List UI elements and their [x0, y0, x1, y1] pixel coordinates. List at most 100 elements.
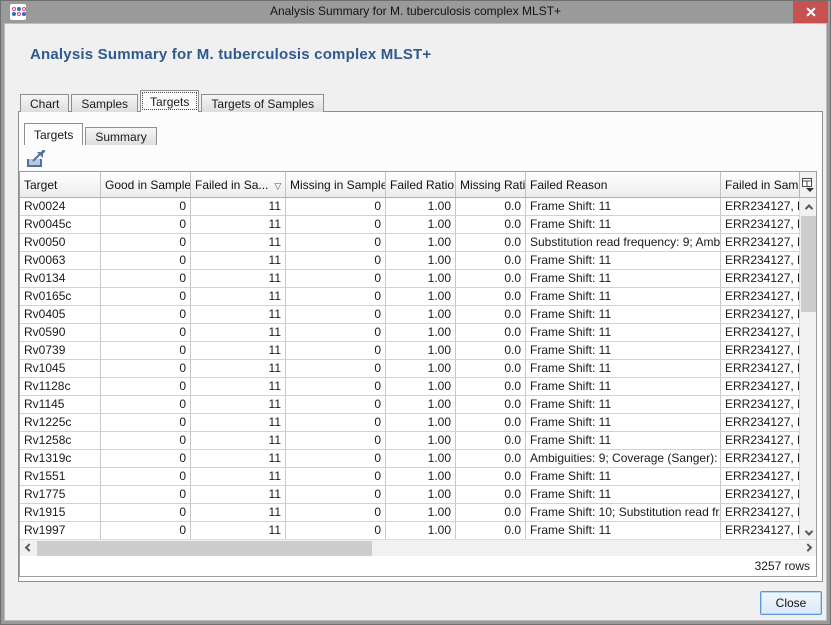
table-cell: 11 — [191, 252, 286, 270]
export-table-button[interactable] — [25, 150, 47, 169]
dialog-body: Analysis Summary for M. tuberculosis com… — [1, 23, 830, 624]
tab-targets[interactable]: Targets — [24, 123, 83, 145]
table-cell: 0 — [286, 252, 386, 270]
tab-chart[interactable]: Chart — [20, 94, 69, 112]
table-cell: Frame Shift: 11 — [526, 288, 721, 306]
table-row[interactable]: Rv013401101.000.0Frame Shift: 11ERR23412… — [20, 270, 801, 288]
column-header-failed-in-sa[interactable]: Failed in Sa...▽ — [191, 172, 286, 197]
table-cell: Rv0063 — [20, 252, 101, 270]
table-cell: 0.0 — [456, 486, 526, 504]
table-cell: 0 — [286, 198, 386, 216]
table-cell: 11 — [191, 432, 286, 450]
table-row[interactable]: Rv177501101.000.0Frame Shift: 11ERR23412… — [20, 486, 801, 504]
table-cell: Frame Shift: 11 — [526, 396, 721, 414]
targets-tab-panel: TargetsSummary TargetGood in SamplesFail… — [18, 111, 823, 582]
vertical-scrollbar-thumb[interactable] — [801, 216, 816, 312]
table-cell: ERR234127, ER. — [721, 342, 801, 360]
table-row[interactable]: Rv1319c01101.000.0Ambiguities: 9; Covera… — [20, 450, 801, 468]
table-cell: Rv0024 — [20, 198, 101, 216]
table-cell: 1.00 — [386, 342, 456, 360]
table-cell: 0 — [101, 252, 191, 270]
table-cell: 0 — [286, 342, 386, 360]
vertical-scrollbar[interactable] — [799, 198, 816, 541]
table-cell: ERR234127, ER. — [721, 450, 801, 468]
table-cell: ERR234127, ER. — [721, 306, 801, 324]
table-row[interactable]: Rv155101101.000.0Frame Shift: 11ERR23412… — [20, 468, 801, 486]
table-cell: Frame Shift: 11 — [526, 198, 721, 216]
table-cell: 0 — [101, 198, 191, 216]
scroll-right-button[interactable] — [799, 540, 816, 557]
horizontal-scrollbar-thumb[interactable] — [37, 541, 372, 556]
column-header-failed-in-sample[interactable]: Failed in Sample — [721, 172, 801, 197]
table-row[interactable]: Rv0045c01101.000.0Frame Shift: 11ERR2341… — [20, 216, 801, 234]
scroll-left-button[interactable] — [20, 540, 37, 557]
tab-targets[interactable]: Targets — [140, 90, 199, 112]
column-header-missing-in-samples[interactable]: Missing in Samples — [286, 172, 386, 197]
column-header-failed-ratio[interactable]: Failed Ratio — [386, 172, 456, 197]
table-cell: 1.00 — [386, 378, 456, 396]
table-cell: 0.0 — [456, 360, 526, 378]
table-row[interactable]: Rv1258c01101.000.0Frame Shift: 11ERR2341… — [20, 432, 801, 450]
column-header-good-in-samples[interactable]: Good in Samples — [101, 172, 191, 197]
title-bar[interactable]: Analysis Summary for M. tuberculosis com… — [1, 1, 830, 23]
table-row[interactable]: Rv1128c01101.000.0Frame Shift: 11ERR2341… — [20, 378, 801, 396]
table-cell: Frame Shift: 11 — [526, 306, 721, 324]
table-row[interactable]: Rv002401101.000.0Frame Shift: 11ERR23412… — [20, 198, 801, 216]
horizontal-scrollbar[interactable] — [20, 539, 816, 556]
table-row[interactable]: Rv073901101.000.0Frame Shift: 11ERR23412… — [20, 342, 801, 360]
table-cell: Frame Shift: 11 — [526, 414, 721, 432]
table-cell: 0.0 — [456, 342, 526, 360]
tab-summary[interactable]: Summary — [85, 127, 156, 145]
table-cell: Frame Shift: 11 — [526, 216, 721, 234]
table-cell: Frame Shift: 11 — [526, 522, 721, 540]
scroll-up-button[interactable] — [800, 198, 817, 215]
table-cell: 11 — [191, 378, 286, 396]
table-cell: 0 — [101, 378, 191, 396]
table-cell: Rv1225c — [20, 414, 101, 432]
table-cell: 1.00 — [386, 216, 456, 234]
export-table-icon — [25, 150, 47, 169]
table-row[interactable]: Rv104501101.000.0Frame Shift: 11ERR23412… — [20, 360, 801, 378]
table-row[interactable]: Rv199701101.000.0Frame Shift: 11ERR23412… — [20, 522, 801, 540]
table-cell: ERR234127, ER. — [721, 288, 801, 306]
table-cell: Rv1045 — [20, 360, 101, 378]
table-cell: 0 — [286, 432, 386, 450]
table-row[interactable]: Rv191501101.000.0Frame Shift: 10; Substi… — [20, 504, 801, 522]
table-cell: 0.0 — [456, 378, 526, 396]
table-row[interactable]: Rv0165c01101.000.0Frame Shift: 11ERR2341… — [20, 288, 801, 306]
column-config-button[interactable] — [799, 172, 816, 198]
tab-samples[interactable]: Samples — [71, 94, 138, 112]
table-row[interactable]: Rv005001101.000.0Substitution read frequ… — [20, 234, 801, 252]
table-cell: ERR234127, ER. — [721, 270, 801, 288]
table-cell: Rv1915 — [20, 504, 101, 522]
table-cell: ERR234127, ER. — [721, 468, 801, 486]
table-cell: 0 — [286, 360, 386, 378]
table-cell: 1.00 — [386, 504, 456, 522]
table-cell: 1.00 — [386, 288, 456, 306]
table-cell: 1.00 — [386, 450, 456, 468]
table-cell: 0 — [101, 324, 191, 342]
window-close-button[interactable] — [793, 1, 828, 23]
analysis-summary-dialog: Analysis Summary for M. tuberculosis com… — [0, 0, 831, 625]
table-cell: 0 — [101, 288, 191, 306]
table-cell: 0.0 — [456, 306, 526, 324]
table-cell: 1.00 — [386, 414, 456, 432]
table-row[interactable]: Rv059001101.000.0Frame Shift: 11ERR23412… — [20, 324, 801, 342]
table-cell: 1.00 — [386, 270, 456, 288]
table-cell: 1.00 — [386, 252, 456, 270]
column-header-missing-ratio[interactable]: Missing Ratio — [456, 172, 526, 197]
table-cell: 0 — [286, 486, 386, 504]
column-header-failed-reason[interactable]: Failed Reason — [526, 172, 721, 197]
table-cell: 0.0 — [456, 216, 526, 234]
tab-targets-of-samples[interactable]: Targets of Samples — [201, 94, 324, 112]
close-button[interactable]: Close — [760, 591, 822, 615]
table-row[interactable]: Rv1225c01101.000.0Frame Shift: 11ERR2341… — [20, 414, 801, 432]
table-cell: 0 — [286, 522, 386, 540]
sort-descending-icon: ▽ — [274, 181, 281, 191]
table-cell: ERR234127, ER. — [721, 378, 801, 396]
column-header-target[interactable]: Target — [20, 172, 101, 197]
table-row[interactable]: Rv114501101.000.0Frame Shift: 11ERR23412… — [20, 396, 801, 414]
page-title: Analysis Summary for M. tuberculosis com… — [30, 46, 431, 63]
table-row[interactable]: Rv006301101.000.0Frame Shift: 11ERR23412… — [20, 252, 801, 270]
table-row[interactable]: Rv040501101.000.0Frame Shift: 11ERR23412… — [20, 306, 801, 324]
